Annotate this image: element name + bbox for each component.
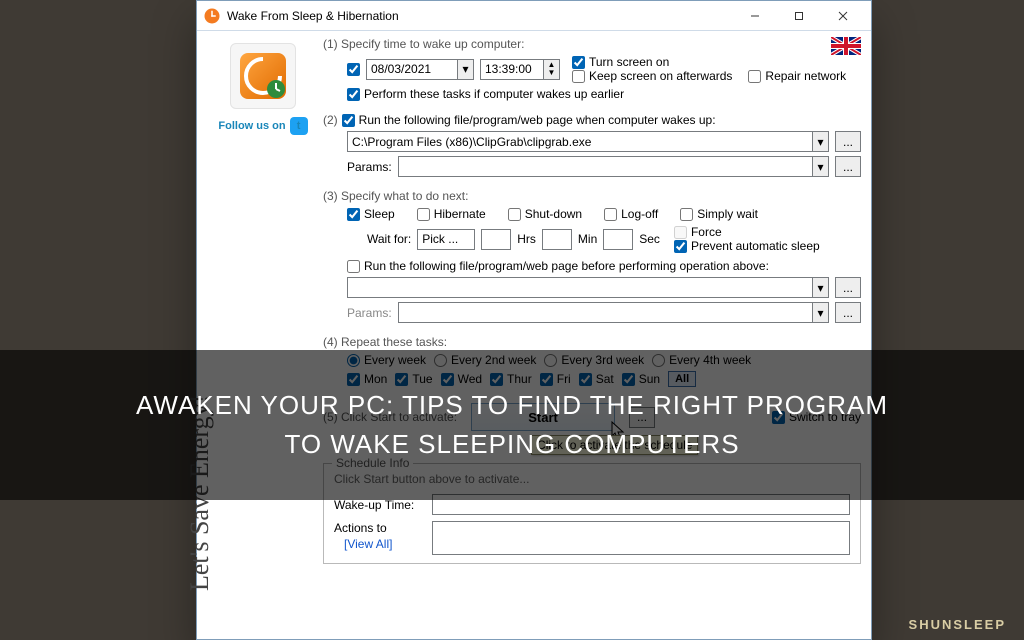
shutdown-checkbox[interactable]: Shut-down [508, 207, 582, 221]
chevron-down-icon[interactable]: ▾ [457, 60, 473, 79]
app-icon [203, 7, 221, 25]
close-button[interactable] [821, 2, 865, 30]
prevent-sleep-checkbox[interactable]: Prevent automatic sleep [674, 239, 820, 253]
actions-field [432, 521, 850, 555]
perform-earlier-checkbox[interactable]: Perform these tasks if computer wakes up… [347, 87, 861, 101]
chevron-down-icon[interactable]: ▾ [812, 278, 828, 297]
window-title: Wake From Sleep & Hibernation [227, 9, 733, 23]
sleep-checkbox[interactable]: Sleep [347, 207, 395, 221]
minimize-button[interactable] [733, 2, 777, 30]
browse-before-button[interactable]: ... [835, 277, 861, 298]
follow-us-link[interactable]: Follow us on t [218, 117, 307, 135]
step3-label: (3) Specify what to do next: [323, 189, 861, 203]
overlay-line1: AWAKEN YOUR PC: TIPS TO FIND THE RIGHT P… [136, 390, 888, 421]
browse-program-button[interactable]: ... [835, 131, 861, 152]
uk-flag-icon[interactable] [831, 37, 861, 55]
logoff-checkbox[interactable]: Log-off [604, 207, 658, 221]
spinner-icon[interactable]: ▲▼ [543, 60, 559, 79]
app-large-icon [230, 43, 296, 109]
application-window: Wake From Sleep & Hibernation Follow us [196, 0, 872, 640]
step4-label: (4) Repeat these tasks: [323, 335, 861, 349]
window-controls [733, 2, 865, 30]
keep-screen-on-checkbox[interactable]: Keep screen on afterwards [572, 69, 732, 83]
before-params-input[interactable]: ▾ [398, 302, 829, 323]
params-label: Params: [347, 160, 392, 174]
brand-watermark: SHUNSLEEP [909, 617, 1006, 632]
article-overlay: AWAKEN YOUR PC: TIPS TO FIND THE RIGHT P… [0, 350, 1024, 500]
wait-hrs-input[interactable] [481, 229, 511, 250]
time-picker[interactable]: ▲▼ [480, 59, 560, 80]
wait-sec-input[interactable] [603, 229, 633, 250]
before-params-label: Params: [347, 306, 392, 320]
wait-for-label: Wait for: [367, 232, 411, 246]
left-panel: Follow us on t [203, 37, 323, 629]
chevron-down-icon[interactable]: ▾ [812, 303, 828, 322]
before-program-input[interactable]: ▾ [347, 277, 829, 298]
chevron-down-icon[interactable]: ▾ [812, 157, 828, 176]
params-input[interactable]: ▾ [398, 156, 829, 177]
repair-network-checkbox[interactable]: Repair network [748, 69, 846, 83]
step1-label: (1) Specify time to wake up computer: [323, 37, 861, 51]
twitter-icon: t [290, 117, 308, 135]
wait-pick-input[interactable] [417, 229, 475, 250]
view-all-link[interactable]: [View All] [344, 537, 424, 551]
step2-num: (2) [323, 113, 338, 127]
hibernate-checkbox[interactable]: Hibernate [417, 207, 486, 221]
wait-min-input[interactable] [542, 229, 572, 250]
actions-to-label: Actions to [334, 521, 424, 535]
browse-before-params-button[interactable]: ... [835, 302, 861, 323]
chevron-down-icon[interactable]: ▾ [812, 132, 828, 151]
run-on-wake-checkbox[interactable]: Run the following file/program/web page … [342, 113, 716, 127]
follow-label: Follow us on [218, 120, 285, 132]
browse-params-button[interactable]: ... [835, 156, 861, 177]
turn-screen-on-checkbox[interactable]: Turn screen on [572, 55, 732, 69]
run-before-checkbox[interactable]: Run the following file/program/web page … [347, 259, 861, 273]
date-enable-checkbox[interactable] [347, 63, 360, 76]
program-path-input[interactable]: ▾ [347, 131, 829, 152]
simply-wait-checkbox[interactable]: Simply wait [680, 207, 758, 221]
force-checkbox[interactable]: Force [674, 225, 820, 239]
overlay-line2: TO WAKE SLEEPING COMPUTERS [284, 429, 739, 460]
titlebar[interactable]: Wake From Sleep & Hibernation [197, 1, 871, 31]
date-picker[interactable]: ▾ [366, 59, 474, 80]
maximize-button[interactable] [777, 2, 821, 30]
